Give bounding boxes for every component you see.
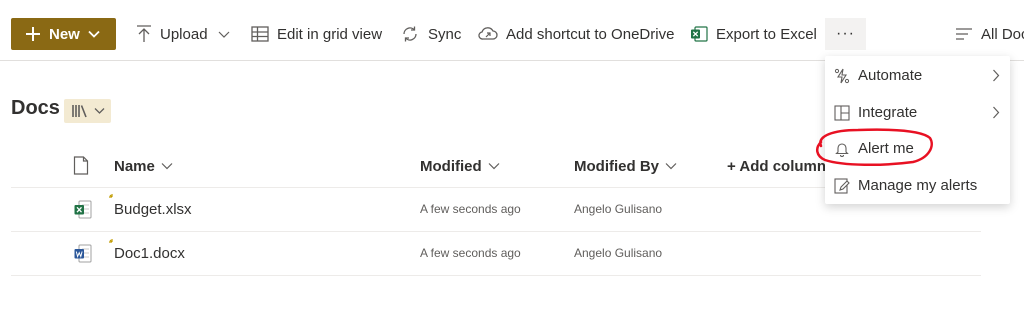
upload-icon	[137, 25, 151, 42]
file-name-link[interactable]: Doc1.docx	[114, 245, 185, 262]
chevron-down-icon	[488, 163, 500, 170]
library-view-button[interactable]	[64, 99, 111, 123]
integrate-icon	[834, 104, 850, 121]
chevron-down-icon	[88, 30, 100, 38]
sync-label: Sync	[428, 25, 462, 43]
upload-label: Upload	[160, 25, 208, 43]
add-shortcut-button[interactable]: Add shortcut to OneDrive	[478, 18, 674, 50]
word-file-icon	[74, 244, 92, 263]
chevron-right-icon	[993, 106, 1000, 119]
row-divider	[11, 275, 981, 276]
modified-cell: A few seconds ago	[420, 246, 521, 260]
chevron-down-icon	[218, 31, 229, 38]
menu-item-label: Automate	[858, 67, 923, 84]
view-switcher-label: All Doc	[981, 25, 1024, 43]
more-button[interactable]: ···	[825, 18, 866, 50]
plus-icon	[26, 27, 40, 41]
library-icon	[71, 105, 87, 118]
export-excel-button[interactable]: Export to Excel	[690, 18, 817, 50]
grid-icon	[251, 26, 269, 42]
column-header-modified-by[interactable]: Modified By	[574, 155, 677, 177]
menu-item-manage-alerts[interactable]: Manage my alerts	[825, 167, 1010, 204]
new-button-label: New	[49, 25, 80, 43]
file-name-link[interactable]: Budget.xlsx	[114, 201, 192, 218]
menu-item-label: Manage my alerts	[858, 177, 978, 194]
shortcut-icon	[478, 27, 498, 40]
view-switcher-button[interactable]: All Doc	[955, 18, 1024, 50]
automate-icon	[834, 68, 850, 83]
chevron-down-icon	[94, 108, 104, 114]
sync-button[interactable]: Sync	[400, 18, 461, 50]
column-header-label: Modified	[420, 157, 482, 175]
chevron-down-icon	[665, 163, 677, 170]
edit-grid-view-label: Edit in grid view	[277, 25, 383, 43]
modified-cell: A few seconds ago	[420, 202, 521, 216]
column-header-label: Modified By	[574, 157, 659, 175]
excel-icon	[691, 26, 708, 42]
new-item-indicator-icon	[109, 194, 113, 198]
export-excel-label: Export to Excel	[716, 25, 817, 43]
add-shortcut-label: Add shortcut to OneDrive	[506, 25, 675, 43]
menu-item-automate[interactable]: Automate	[825, 57, 1010, 94]
excel-file-icon	[74, 200, 92, 219]
annotation-circle	[816, 128, 933, 167]
chevron-right-icon	[993, 69, 1000, 82]
menu-item-label: Integrate	[858, 104, 918, 121]
chevron-down-icon	[161, 163, 173, 170]
column-header-name[interactable]: Name	[114, 155, 173, 177]
modified-by-cell[interactable]: Angelo Gulisano	[574, 202, 662, 216]
new-button[interactable]: New	[11, 18, 116, 50]
column-header-modified[interactable]: Modified	[420, 155, 500, 177]
sync-icon	[403, 26, 417, 42]
upload-button[interactable]: Upload	[136, 18, 230, 50]
modified-by-cell[interactable]: Angelo Gulisano	[574, 246, 662, 260]
add-column-button[interactable]: + Add column	[727, 155, 826, 177]
command-bar: New Upload Edit in grid view Sync Add sh…	[0, 0, 1024, 61]
view-list-icon	[956, 28, 972, 40]
page-title: Docs	[11, 97, 60, 119]
edit-grid-view-button[interactable]: Edit in grid view	[251, 18, 382, 50]
manage-alerts-icon	[834, 177, 850, 194]
file-type-icon	[73, 156, 89, 175]
column-header-label: Name	[114, 157, 155, 175]
